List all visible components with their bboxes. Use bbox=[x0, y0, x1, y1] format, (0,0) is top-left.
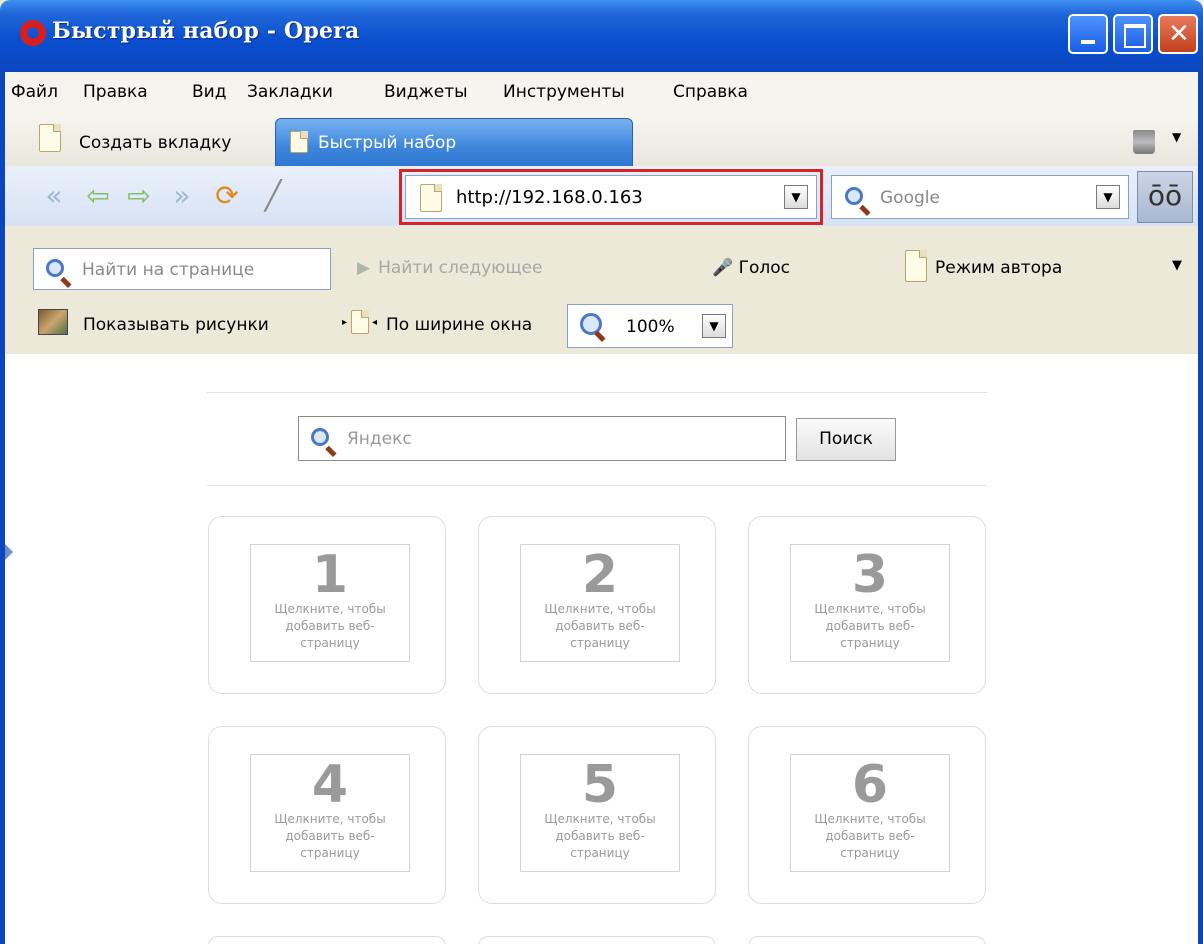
cell-hint: Щелкните, чтобы добавить веб-страницу bbox=[274, 602, 386, 650]
voice-label: Голос bbox=[738, 258, 790, 278]
cell-hint: Щелкните, чтобы добавить веб-страницу bbox=[544, 602, 656, 650]
zoom-value: 100% bbox=[626, 317, 675, 337]
speed-dial-thumbnail: 5 Щелкните, чтобы добавить веб-страницу bbox=[520, 754, 680, 872]
back-icon[interactable]: ⇦ bbox=[81, 182, 115, 210]
arrow-right-icon: ◂ bbox=[372, 317, 378, 328]
rewind-icon[interactable]: « bbox=[37, 182, 71, 210]
cell-hint: Щелкните, чтобы добавить веб-страницу bbox=[274, 812, 386, 860]
menu-bar: Файл Правка Вид Закладки Виджеты Инструм… bbox=[5, 72, 1198, 114]
menu-widgets[interactable]: Виджеты bbox=[384, 82, 468, 102]
page-icon bbox=[290, 131, 308, 153]
zoom-dropdown-icon[interactable]: ▼ bbox=[702, 314, 726, 338]
zoom-icon bbox=[580, 313, 602, 335]
fit-width-label: По ширине окна bbox=[386, 315, 533, 335]
speed-dial-cell-5[interactable]: 5 Щелкните, чтобы добавить веб-страницу bbox=[478, 726, 716, 904]
window-title: Быстрый набор - Opera bbox=[52, 18, 360, 44]
reload-icon[interactable]: ⟳ bbox=[210, 182, 244, 210]
find-placeholder: Найти на странице bbox=[82, 260, 255, 280]
menu-file[interactable]: Файл bbox=[11, 82, 58, 102]
address-dropdown-icon[interactable]: ▼ bbox=[784, 185, 808, 209]
find-input[interactable]: Найти на странице bbox=[33, 248, 331, 290]
images-icon bbox=[38, 309, 68, 335]
search-field[interactable]: Google ▼ bbox=[831, 175, 1129, 219]
author-mode-label: Режим автора bbox=[935, 258, 1063, 278]
speed-dial-thumbnail: 1 Щелкните, чтобы добавить веб-страницу bbox=[250, 544, 410, 662]
title-bar[interactable]: Быстрый набор - Opera ✕ bbox=[0, 0, 1203, 72]
cell-number: 5 bbox=[581, 755, 619, 815]
new-tab-label: Создать вкладку bbox=[79, 133, 232, 153]
search-icon bbox=[311, 428, 329, 446]
speed-dial-thumbnail: 4 Щелкните, чтобы добавить веб-страницу bbox=[250, 754, 410, 872]
cell-number: 1 bbox=[311, 545, 349, 605]
menu-tools[interactable]: Инструменты bbox=[503, 82, 625, 102]
play-icon: ▶ bbox=[357, 258, 371, 278]
search-dropdown-icon[interactable]: ▼ bbox=[1096, 185, 1120, 209]
speed-dial-cell-1[interactable]: 1 Щелкните, чтобы добавить веб-страницу bbox=[208, 516, 446, 694]
minimize-icon bbox=[1081, 40, 1095, 44]
speed-dial-thumbnail: 2 Щелкните, чтобы добавить веб-страницу bbox=[520, 544, 680, 662]
page-icon bbox=[420, 184, 442, 212]
microphone-icon: 🎤 bbox=[712, 258, 734, 278]
minimize-button[interactable] bbox=[1068, 14, 1108, 54]
address-field[interactable]: http://192.168.0.163 ▼ bbox=[405, 175, 817, 219]
glasses-icon[interactable]: ōō bbox=[1137, 171, 1193, 223]
close-icon: ✕ bbox=[1168, 19, 1190, 49]
speed-dial-cell-row3-partial[interactable] bbox=[208, 936, 446, 944]
trash-dropdown-icon[interactable]: ▼ bbox=[1172, 130, 1181, 144]
speed-dial-cell-row3-partial[interactable] bbox=[478, 936, 716, 944]
fast-forward-icon[interactable]: » bbox=[165, 182, 199, 210]
zoom-control[interactable]: 100% ▼ bbox=[567, 304, 733, 348]
new-tab-icon bbox=[39, 124, 61, 152]
menu-help[interactable]: Справка bbox=[673, 82, 748, 102]
speed-dial-cell-row3-partial[interactable] bbox=[748, 936, 986, 944]
wand-icon[interactable]: ╱ bbox=[256, 182, 290, 210]
close-button[interactable]: ✕ bbox=[1158, 14, 1198, 54]
menu-bookmarks[interactable]: Закладки bbox=[247, 82, 333, 102]
speed-dial-cell-6[interactable]: 6 Щелкните, чтобы добавить веб-страницу bbox=[748, 726, 986, 904]
divider bbox=[207, 392, 987, 393]
yandex-placeholder: Яндекс bbox=[347, 429, 412, 449]
search-icon bbox=[46, 259, 64, 277]
tab-speed-dial[interactable]: Быстрый набор bbox=[275, 118, 633, 166]
yandex-search-button[interactable]: Поиск bbox=[796, 418, 896, 461]
maximize-icon bbox=[1124, 24, 1146, 48]
forward-icon[interactable]: ⇨ bbox=[122, 182, 156, 210]
address-text: http://192.168.0.163 bbox=[456, 187, 643, 208]
author-mode-icon bbox=[905, 250, 927, 282]
show-images-label: Показывать рисунки bbox=[83, 315, 269, 335]
speed-dial-cell-2[interactable]: 2 Щелкните, чтобы добавить веб-страницу bbox=[478, 516, 716, 694]
yandex-search-input[interactable]: Яндекс bbox=[298, 416, 786, 461]
menu-edit[interactable]: Правка bbox=[83, 82, 148, 102]
find-next-button[interactable]: ▶ Найти следующее bbox=[357, 258, 542, 278]
voice-button[interactable]: 🎤 Голос bbox=[712, 258, 790, 278]
speed-dial-cell-3[interactable]: 3 Щелкните, чтобы добавить веб-страницу bbox=[748, 516, 986, 694]
search-engine-label: Google bbox=[880, 188, 940, 208]
speed-dial-thumbnail: 3 Щелкните, чтобы добавить веб-страницу bbox=[790, 544, 950, 662]
find-next-label: Найти следующее bbox=[378, 258, 543, 278]
cell-number: 2 bbox=[581, 545, 619, 605]
cell-hint: Щелкните, чтобы добавить веб-страницу bbox=[814, 602, 926, 650]
cell-number: 6 bbox=[851, 755, 889, 815]
cell-number: 4 bbox=[311, 755, 349, 815]
maximize-button[interactable] bbox=[1113, 14, 1153, 54]
fit-width-icon bbox=[351, 310, 369, 334]
cell-hint: Щелкните, чтобы добавить веб-страницу bbox=[544, 812, 656, 860]
menu-view[interactable]: Вид bbox=[192, 82, 226, 102]
window-frame-right bbox=[1198, 72, 1203, 944]
panel-toggle-icon[interactable] bbox=[5, 544, 13, 560]
speed-dial-thumbnail: 6 Щелкните, чтобы добавить веб-страницу bbox=[790, 754, 950, 872]
toolbar-overflow-icon[interactable]: ▼ bbox=[1172, 258, 1182, 273]
tab-speed-dial-label: Быстрый набор bbox=[318, 133, 457, 153]
divider bbox=[207, 485, 987, 486]
arrow-left-icon: ▸ bbox=[342, 317, 348, 328]
search-icon bbox=[845, 187, 863, 205]
speed-dial-cell-4[interactable]: 4 Щелкните, чтобы добавить веб-страницу bbox=[208, 726, 446, 904]
trash-icon[interactable] bbox=[1133, 130, 1155, 154]
opera-window: Быстрый набор - Opera ✕ Файл Правка Вид … bbox=[0, 0, 1203, 944]
cell-number: 3 bbox=[851, 545, 889, 605]
cell-hint: Щелкните, чтобы добавить веб-страницу bbox=[814, 812, 926, 860]
opera-logo-icon bbox=[20, 20, 46, 46]
